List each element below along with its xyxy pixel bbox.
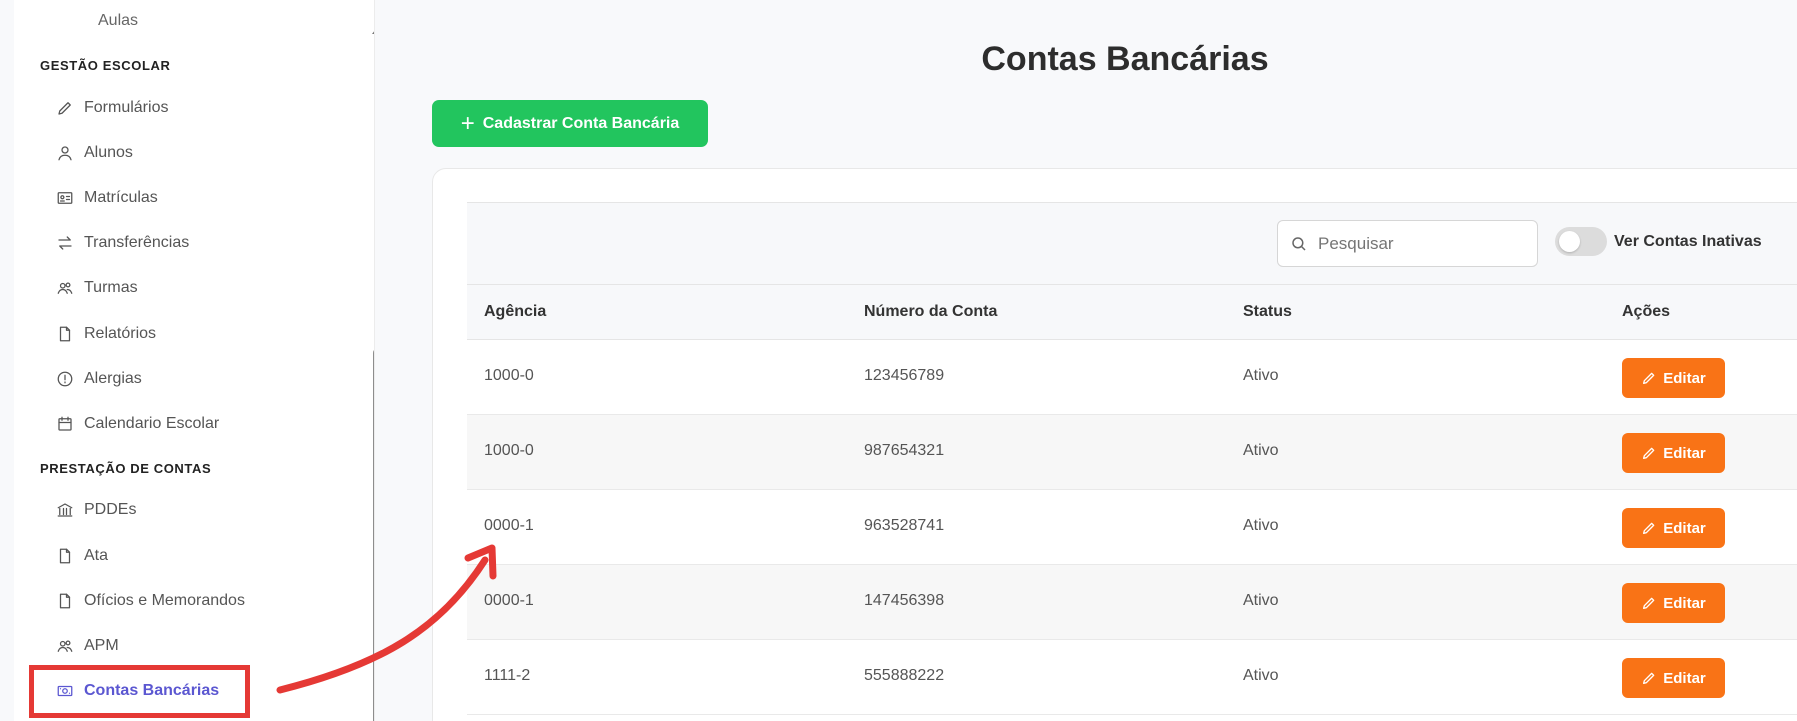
edit-button-label: Editar: [1663, 444, 1706, 462]
cell-agencia: 0000-1: [484, 592, 534, 609]
cell-agencia: 1111-2: [484, 667, 531, 684]
edit-button[interactable]: Editar: [1622, 433, 1725, 473]
id-card-icon: [57, 192, 73, 204]
sidebar-item-label: Ofícios e Memorandos: [84, 592, 245, 609]
pencil-icon: [1643, 672, 1655, 684]
edit-button-label: Editar: [1663, 669, 1706, 687]
add-bank-account-button[interactable]: + Cadastrar Conta Bancária: [432, 100, 708, 147]
table-row: 1000-0 987654321 Ativo Editar: [467, 415, 1797, 490]
search-input[interactable]: [1318, 233, 1518, 254]
table-header: Agência Número da Conta Status Ações: [467, 284, 1797, 340]
sidebar-item-label: Ata: [84, 547, 109, 564]
sidebar-item-oficios-memorandos[interactable]: Ofícios e Memorandos: [56, 583, 245, 619]
cell-numero-conta: 963528741: [864, 517, 945, 534]
sidebar-item-label: Alunos: [84, 144, 133, 161]
edit-button-label: Editar: [1663, 369, 1706, 387]
sidebar-item-calendario-escolar[interactable]: Calendario Escolar: [56, 406, 219, 442]
sidebar-item-alergias[interactable]: Alergias: [56, 361, 142, 397]
cell-agencia: 0000-1: [484, 517, 534, 534]
edit-button[interactable]: Editar: [1622, 583, 1725, 623]
inactive-accounts-toggle[interactable]: [1555, 227, 1607, 256]
user-icon: [58, 146, 72, 161]
edit-button[interactable]: Editar: [1622, 658, 1725, 698]
table-row: 0000-1 147456398 Ativo Editar: [467, 565, 1797, 640]
pencil-icon: [58, 102, 71, 115]
sidebar-item-aulas[interactable]: Aulas: [98, 12, 138, 30]
cell-numero-conta: 147456398: [864, 592, 945, 609]
file-icon: [59, 593, 71, 609]
column-header-acoes: Ações: [1622, 303, 1671, 320]
cell-status: Ativo: [1243, 667, 1279, 684]
edit-button-label: Editar: [1663, 519, 1706, 537]
sidebar-item-relatorios[interactable]: Relatórios: [56, 316, 156, 352]
sidebar-item-transferencias[interactable]: Transferências: [56, 225, 189, 261]
table-row: 1000-0 123456789 Ativo Editar: [467, 340, 1797, 415]
alert-circle-icon: [57, 371, 73, 387]
scroll-up-arrow-icon[interactable]: [372, 26, 374, 34]
table-row: 1111-2 555888222 Ativo Editar: [467, 640, 1797, 715]
users-icon: [57, 282, 73, 294]
scrollbar-thumb[interactable]: [373, 348, 374, 721]
search-icon: [1292, 236, 1306, 251]
toggle-label: Ver Contas Inativas: [1614, 233, 1762, 250]
cell-numero-conta: 123456789: [864, 367, 945, 384]
calendar-icon: [58, 416, 72, 431]
cell-status: Ativo: [1243, 367, 1279, 384]
sidebar-item-turmas[interactable]: Turmas: [56, 270, 138, 306]
cell-agencia: 1000-0: [484, 442, 534, 459]
plus-icon: +: [460, 109, 475, 137]
sidebar-item-label: Transferências: [84, 234, 190, 251]
table-row: 0000-1 963528741 Ativo Editar: [467, 490, 1797, 565]
page-title: Contas Bancárias: [981, 40, 1269, 78]
cell-status: Ativo: [1243, 517, 1279, 534]
sidebar-item-matriculas[interactable]: Matrículas: [56, 180, 158, 216]
pencil-icon: [1643, 597, 1655, 609]
sidebar-item-label: Turmas: [84, 279, 138, 296]
sidebar-item-ata[interactable]: Ata: [56, 538, 108, 574]
column-header-numero-conta: Número da Conta: [864, 303, 998, 320]
pencil-icon: [1643, 447, 1655, 459]
sidebar-item-label: Matrículas: [84, 189, 158, 206]
sidebar-item-formularios[interactable]: Formulários: [56, 90, 168, 126]
cell-numero-conta: 555888222: [864, 667, 945, 684]
sidebar-scrollbar[interactable]: [372, 20, 374, 721]
sidebar-item-label: Formulários: [84, 99, 169, 116]
sidebar-item-label: Relatórios: [84, 325, 157, 342]
sidebar-item-alunos[interactable]: Alunos: [56, 135, 133, 171]
cell-status: Ativo: [1243, 442, 1279, 459]
column-header-agencia: Agência: [484, 303, 547, 320]
search-field[interactable]: [1277, 220, 1538, 267]
add-button-label: Cadastrar Conta Bancária: [482, 114, 680, 132]
edit-button[interactable]: Editar: [1622, 508, 1725, 548]
sidebar: Aulas GESTÃO ESCOLAR Formulários Alunos …: [14, 0, 375, 721]
edit-button-label: Editar: [1663, 594, 1706, 612]
highlight-box: [29, 665, 250, 718]
cell-status: Ativo: [1243, 592, 1279, 609]
cell-numero-conta: 987654321: [864, 442, 945, 459]
arrows-swap-icon: [58, 236, 72, 250]
section-title-prestacao-de-contas: PRESTAÇÃO DE CONTAS: [40, 461, 212, 476]
sidebar-item-apm[interactable]: APM: [56, 628, 119, 664]
section-title-gestao-escolar: GESTÃO ESCOLAR: [40, 58, 171, 73]
sidebar-item-label: APM: [84, 637, 119, 654]
file-icon: [59, 548, 71, 564]
column-header-status: Status: [1243, 303, 1292, 320]
users-icon: [57, 640, 73, 652]
sidebar-item-label: Alergias: [84, 370, 142, 387]
edit-button[interactable]: Editar: [1622, 358, 1725, 398]
pencil-icon: [1643, 522, 1655, 534]
sidebar-item-label: PDDEs: [84, 501, 137, 518]
sidebar-item-pddes[interactable]: PDDEs: [56, 492, 136, 528]
bank-icon: [57, 503, 73, 517]
cell-agencia: 1000-0: [484, 367, 534, 384]
file-icon: [59, 326, 71, 342]
sidebar-item-label: Calendario Escolar: [84, 415, 220, 432]
toggle-knob: [1559, 231, 1580, 252]
pencil-icon: [1643, 372, 1655, 384]
